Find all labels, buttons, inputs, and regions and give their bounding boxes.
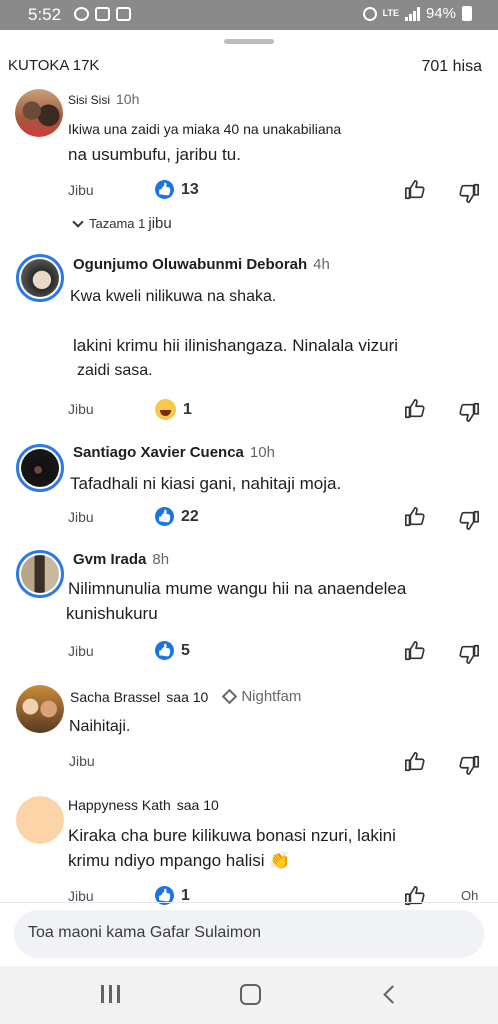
comment-line: zaidi sasa. <box>77 362 153 379</box>
reply-button[interactable]: Jibu <box>68 643 94 659</box>
comment-header: Sisi Sisi 10h <box>68 91 139 107</box>
like-icon[interactable] <box>404 751 426 773</box>
comment-header: Gvm Irada 8h <box>73 551 169 568</box>
reaction-number: 13 <box>181 180 199 198</box>
alarm-icon <box>362 6 377 21</box>
avatar[interactable] <box>16 254 64 302</box>
battery-level: 94% <box>425 5 456 22</box>
battery-icon <box>462 6 472 21</box>
comment-text: Nilimnunulia mume wangu hii na anaendele… <box>66 576 407 626</box>
commenter-name[interactable]: Santiago Xavier Cuenca <box>73 444 244 461</box>
view-replies-suffix: jibu <box>148 215 172 232</box>
reaction-count[interactable]: 13 <box>155 180 199 199</box>
avatar[interactable] <box>16 550 64 598</box>
reply-button[interactable]: Jibu <box>68 182 94 198</box>
status-time: 5:52 <box>28 5 62 24</box>
recent-apps-icon[interactable] <box>101 985 120 1003</box>
comment-time: 10h <box>116 91 140 107</box>
comment-time: 4h <box>313 256 330 273</box>
reaction-count[interactable]: 5 <box>155 641 190 660</box>
comment-line: Tafadhali ni kiasi gani, nahitaji moja. <box>70 474 342 493</box>
source-label: KUTOKA 17K <box>8 57 100 74</box>
comment-text: Kwa kweli nilikuwa na shaka. lakini krim… <box>70 284 398 383</box>
sheet-drag-handle[interactable] <box>224 39 274 44</box>
comment-header: Sacha Brassel saa 10 Nightfam <box>70 688 301 705</box>
view-replies-link[interactable]: Tazama 1 jibu <box>72 215 172 232</box>
commenter-name[interactable]: Sisi Sisi <box>68 93 110 107</box>
comment-text: Naihitaji. <box>69 714 130 739</box>
status-bar: 5:52 LTE 94% <box>0 0 498 30</box>
back-icon[interactable] <box>383 985 402 1004</box>
badge-label: Nightfam <box>241 688 302 705</box>
like-icon <box>155 180 174 199</box>
comment-input-placeholder: Toa maoni kama Gafar Sulaimon <box>28 924 261 941</box>
diamond-icon <box>222 688 238 705</box>
notification-icons <box>74 7 131 21</box>
commenter-name[interactable]: Ogunjumo Oluwabunmi Deborah <box>73 256 307 273</box>
fan-badge: Nightfam <box>222 688 302 705</box>
avatar[interactable] <box>16 796 64 844</box>
comment-line: kunishukuru <box>66 604 158 623</box>
reaction-count[interactable]: 22 <box>155 507 199 526</box>
commenter-name[interactable]: Sacha Brassel <box>70 689 160 705</box>
like-icon[interactable] <box>404 640 426 662</box>
comment-line: lakini krimu hii ilinishangaza. Ninalala… <box>73 336 399 355</box>
reply-button[interactable]: Jibu <box>68 509 94 525</box>
like-icon <box>155 507 174 526</box>
dislike-icon[interactable] <box>458 182 480 204</box>
like-icon[interactable] <box>404 398 426 420</box>
like-icon[interactable] <box>404 179 426 201</box>
avatar[interactable] <box>16 444 64 492</box>
haha-icon <box>155 399 176 420</box>
commenter-name[interactable]: Happyness Kath <box>68 797 171 813</box>
network-label: LTE <box>382 8 399 18</box>
comment-line: na usumbufu, jaribu tu. <box>68 145 241 164</box>
comment-header: Santiago Xavier Cuenca 10h <box>73 444 275 461</box>
reply-button[interactable]: Jibu <box>69 753 95 769</box>
signal-icon <box>404 6 420 21</box>
comment-text: Kiraka cha bure kilikuwa bonasi nzuri, l… <box>68 823 396 873</box>
comment-time: 10h <box>249 444 275 461</box>
comment-header: Ogunjumo Oluwabunmi Deborah 4h <box>73 256 330 273</box>
overflow-label: Oh <box>461 888 479 903</box>
comment-text: Ikiwa una zaidi ya miaka 40 na unakabili… <box>68 117 341 167</box>
comment-line: Nilimnunulia mume wangu hii na anaendele… <box>68 579 407 598</box>
dislike-icon[interactable] <box>458 754 480 776</box>
reaction-number: 5 <box>181 641 190 659</box>
dislike-icon[interactable] <box>458 643 480 665</box>
like-icon[interactable] <box>404 885 426 907</box>
comment-text: Tafadhali ni kiasi gani, nahitaji moja. <box>70 471 341 496</box>
avatar[interactable] <box>15 89 63 137</box>
reaction-number: 22 <box>181 507 199 525</box>
reaction-count[interactable]: 1 <box>155 399 192 420</box>
comment-time: saa 10 <box>166 689 209 705</box>
comment-time: saa 10 <box>176 797 219 813</box>
avatar[interactable] <box>16 685 64 733</box>
reply-button[interactable]: Jibu <box>68 401 94 417</box>
reaction-number: 1 <box>183 400 192 418</box>
chevron-down-icon <box>72 215 84 228</box>
dislike-icon[interactable] <box>458 401 480 423</box>
system-nav-bar <box>0 966 498 1024</box>
comment-line: Ikiwa una zaidi ya miaka 40 na unakabili… <box>68 121 342 137</box>
comment-header: Happyness Kath saa 10 <box>68 797 219 813</box>
gallery-icon <box>95 7 110 21</box>
comment-line: Kwa kweli nilikuwa na shaka. <box>70 288 277 305</box>
comment-time: 8h <box>152 551 170 568</box>
comment-line: Naihitaji. <box>69 718 131 735</box>
shares-count[interactable]: 701 hisa <box>422 58 483 76</box>
like-icon <box>155 641 174 660</box>
message-icon <box>116 7 131 21</box>
system-icons: LTE 94% <box>362 5 472 22</box>
like-icon[interactable] <box>404 506 426 528</box>
home-icon[interactable] <box>240 984 261 1005</box>
comment-input[interactable]: Toa maoni kama Gafar Sulaimon <box>14 910 484 958</box>
divider <box>0 902 498 903</box>
dislike-icon[interactable] <box>458 509 480 531</box>
comment-line: Kiraka cha bure kilikuwa bonasi nzuri, l… <box>68 826 396 845</box>
view-replies-label: Tazama 1 <box>89 216 146 231</box>
whatsapp-icon <box>74 7 89 21</box>
comment-line: krimu ndiyo mpango halisi 👏 <box>68 851 291 870</box>
commenter-name[interactable]: Gvm Irada <box>73 551 146 568</box>
